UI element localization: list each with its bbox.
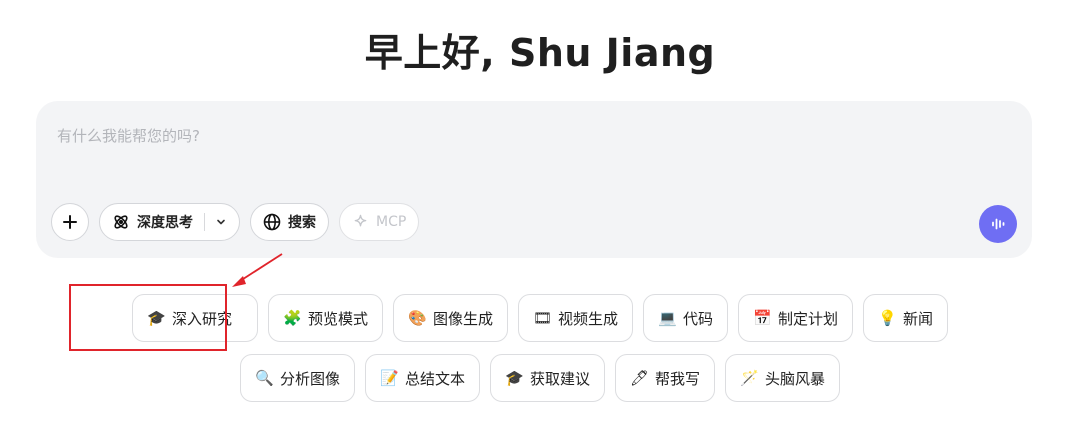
composer-toolbar: 深度思考 搜索 MCP — [51, 203, 420, 241]
puzzle-icon: 🧩 — [282, 308, 302, 327]
atom-icon — [114, 215, 128, 229]
chip-label: 分析图像 — [279, 369, 340, 388]
magic-wand-icon: 🪄 — [740, 368, 759, 387]
voice-input-button[interactable] — [979, 205, 1017, 243]
chip-label: 深入研究 — [171, 309, 232, 328]
chat-composer: 深度思考 搜索 MCP — [36, 101, 1032, 258]
search-label: 搜索 — [288, 215, 316, 231]
chip-brainstorm[interactable]: 🪄 头脑风暴 — [725, 354, 841, 402]
chip-make-plan[interactable]: 📅 制定计划 — [738, 294, 854, 342]
mcp-toggle[interactable]: MCP — [339, 203, 420, 241]
palette-icon: 🎨 — [407, 308, 427, 327]
deep-think-label: 深度思考 — [137, 215, 193, 231]
mcp-label: MCP — [376, 214, 407, 230]
chip-label: 图像生成 — [432, 309, 493, 328]
deep-think-dropdown[interactable] — [215, 216, 227, 228]
chip-image-generation[interactable]: 🎨 图像生成 — [392, 294, 508, 342]
globe-icon — [263, 213, 281, 231]
add-attachment-button[interactable] — [51, 203, 89, 241]
pen-icon: 🖊 — [630, 368, 650, 387]
chip-get-advice[interactable]: 🎓 获取建议 — [489, 354, 605, 402]
chip-label: 预览模式 — [307, 309, 368, 328]
chip-video-generation[interactable]: 🎞 视频生成 — [517, 294, 633, 342]
chip-label: 新闻 — [903, 309, 934, 328]
chip-label: 头脑风暴 — [765, 369, 826, 388]
chip-label: 制定计划 — [778, 309, 839, 328]
chat-input[interactable] — [57, 124, 957, 148]
chip-preview-mode[interactable]: 🧩 预览模式 — [267, 294, 383, 342]
chip-label: 代码 — [683, 309, 714, 328]
chip-label: 获取建议 — [529, 369, 590, 388]
lightbulb-icon: 💡 — [878, 308, 897, 327]
magnifier-icon: 🔍 — [254, 368, 274, 387]
graduation-cap-icon: 🎓 — [504, 368, 524, 387]
chip-summarize-text[interactable]: 📝 总结文本 — [364, 354, 480, 402]
divider — [204, 213, 205, 231]
chip-label: 视频生成 — [557, 309, 618, 328]
laptop-icon: 💻 — [658, 308, 677, 327]
page-title: 早上好, Shu Jiang — [364, 31, 716, 75]
chip-help-me-write[interactable]: 🖊 帮我写 — [615, 354, 716, 402]
voice-wave-icon — [992, 218, 1005, 230]
chevron-down-icon — [217, 219, 225, 225]
film-icon: 🎞 — [532, 308, 553, 327]
search-toggle[interactable]: 搜索 — [250, 203, 329, 241]
chip-label: 总结文本 — [404, 369, 465, 388]
graduation-cap-icon: 🎓 — [146, 308, 166, 327]
suggestion-row-2: 🔍 分析图像 📝 总结文本 🎓 获取建议 🖊 帮我写 🪄 头脑风暴 — [0, 354, 1080, 402]
deep-think-toggle[interactable]: 深度思考 — [99, 203, 240, 241]
suggestion-row-1: 🎓 深入研究 🧩 预览模式 🎨 图像生成 🎞 视频生成 💻 代码 📅 制定计划 … — [0, 294, 1080, 342]
calendar-icon: 📅 — [753, 308, 772, 327]
chip-label: 帮我写 — [655, 369, 701, 388]
sparkle-icon — [354, 214, 367, 226]
chip-analyze-image[interactable]: 🔍 分析图像 — [239, 354, 355, 402]
plus-icon — [63, 215, 77, 229]
chip-code[interactable]: 💻 代码 — [643, 294, 729, 342]
memo-icon: 📝 — [379, 368, 399, 387]
chip-deep-research[interactable]: 🎓 深入研究 — [131, 294, 258, 342]
chip-news[interactable]: 💡 新闻 — [863, 294, 949, 342]
